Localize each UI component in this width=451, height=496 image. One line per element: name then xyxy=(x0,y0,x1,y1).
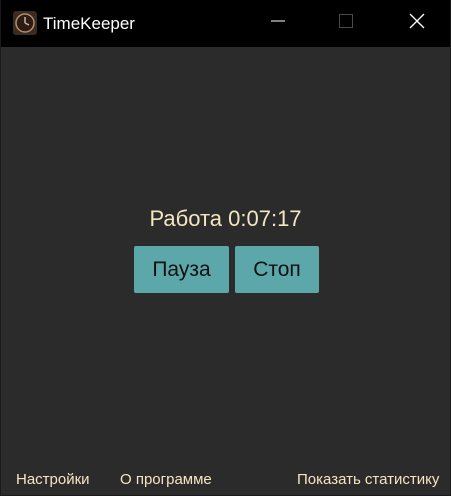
app-window: TimeKeeper Работа 0:07:17 Пауза Стоп Нас… xyxy=(0,0,451,496)
title-bar[interactable]: TimeKeeper xyxy=(1,0,450,47)
minimize-button[interactable] xyxy=(243,0,313,47)
maximize-button[interactable] xyxy=(311,0,381,47)
stop-button[interactable]: Стоп xyxy=(235,246,319,293)
clock-icon xyxy=(13,11,37,35)
window-title: TimeKeeper xyxy=(43,14,135,33)
pause-button[interactable]: Пауза xyxy=(134,246,229,293)
minimize-icon xyxy=(270,13,286,34)
settings-link[interactable]: Настройки xyxy=(16,471,90,489)
main-content: Работа 0:07:17 Пауза Стоп Настройки О пр… xyxy=(1,47,450,496)
about-link[interactable]: О программе xyxy=(120,471,212,489)
maximize-icon xyxy=(338,13,354,34)
close-icon xyxy=(408,12,426,35)
timer-status: Работа 0:07:17 xyxy=(149,206,302,231)
show-statistics-link[interactable]: Показать статистику xyxy=(297,471,439,489)
close-button[interactable] xyxy=(382,0,451,47)
